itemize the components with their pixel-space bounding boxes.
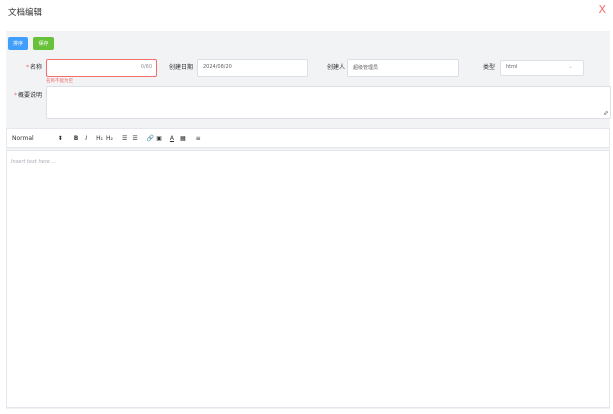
format-select-arrow-icon[interactable]: ⬍ (58, 135, 63, 142)
name-input[interactable]: 0/60 (46, 59, 157, 77)
bold-button[interactable]: B (74, 135, 79, 142)
rich-text-editor[interactable]: Insert text here ... (6, 150, 610, 408)
type-select[interactable]: html ⌄ (500, 60, 584, 76)
text-color-button[interactable]: A (170, 135, 174, 142)
resize-handle-icon[interactable]: ⇕ (601, 109, 610, 118)
creator-label: 创建人 (327, 64, 346, 71)
ordered-list-button[interactable]: ☰ (122, 135, 127, 142)
close-icon[interactable]: X (598, 3, 606, 17)
editor-toolbar: Normal ⬍ B I H₁ H₂ ☰ ☰ 🔗 ▣ A ▦ ≡ (6, 128, 610, 148)
required-mark: * (14, 92, 17, 99)
name-char-counter: 0/60 (140, 64, 152, 70)
sort-button[interactable]: 排序 (8, 37, 28, 50)
type-label: 类型 (483, 64, 496, 71)
type-value: html (506, 64, 518, 70)
link-icon[interactable]: 🔗 (147, 135, 154, 142)
heading-2-button[interactable]: H₂ (106, 135, 113, 142)
name-label: *名称 (26, 64, 43, 71)
name-error-message: 名称不能为空 (46, 79, 73, 84)
image-icon[interactable]: ▣ (156, 135, 162, 142)
save-button[interactable]: 保存 (33, 37, 54, 50)
background-color-button[interactable]: ▦ (180, 135, 186, 142)
created-date-input[interactable]: 2024/08/20 (197, 59, 308, 77)
dialog-header: 文档编辑 X (0, 0, 613, 28)
created-date-label: 创建日期 (169, 64, 194, 71)
required-mark: * (26, 64, 29, 71)
align-icon[interactable]: ≡ (196, 135, 201, 142)
creator-value: 超级管理员 (353, 65, 379, 71)
dialog-title: 文档编辑 (8, 8, 43, 18)
creator-input[interactable]: 超级管理员 (347, 59, 459, 77)
summary-textarea[interactable]: ⇕ (46, 86, 611, 119)
created-date-value: 2024/08/20 (203, 64, 232, 70)
chevron-down-icon: ⌄ (567, 63, 573, 70)
italic-button[interactable]: I (85, 135, 87, 142)
summary-label: *概要说明 (14, 92, 43, 99)
bullet-list-button[interactable]: ☰ (132, 135, 137, 142)
editor-placeholder: Insert text here ... (11, 159, 57, 165)
heading-1-button[interactable]: H₁ (96, 135, 103, 142)
format-select[interactable]: Normal (12, 135, 34, 142)
